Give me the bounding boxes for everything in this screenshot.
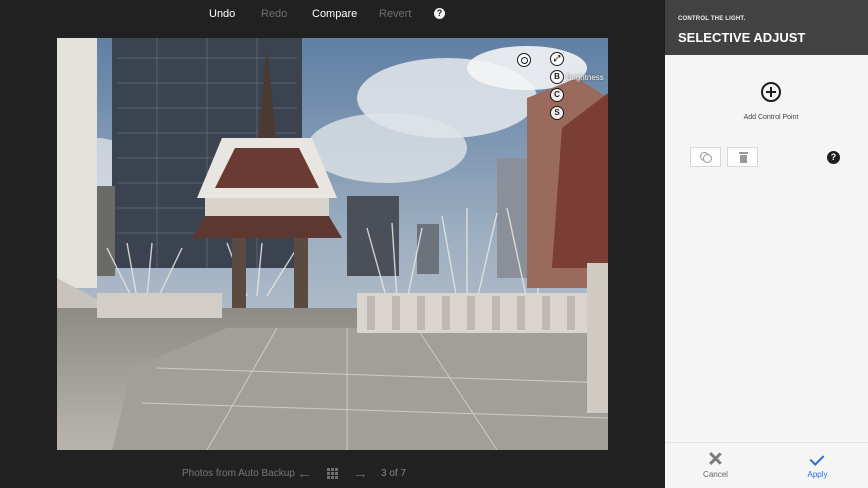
close-icon[interactable] (709, 452, 722, 465)
brightness-slider-button[interactable]: B (550, 70, 564, 84)
panel-subtitle: CONTROL THE LIGHT. (678, 16, 746, 22)
expand-icon[interactable]: ⤢ (550, 52, 564, 66)
undo-button[interactable]: Undo (209, 8, 235, 21)
cancel-button[interactable]: Cancel (693, 470, 738, 479)
photo-canvas[interactable] (57, 38, 608, 450)
photo-image (57, 38, 608, 450)
control-point-label: Brightness (566, 73, 604, 82)
help-icon[interactable]: ? (827, 151, 840, 164)
grid-icon[interactable] (327, 468, 339, 480)
trash-icon (739, 152, 748, 163)
selective-adjust-panel: CONTROL THE LIGHT. SELECTIVE ADJUST Add … (665, 0, 868, 488)
album-link[interactable]: Photos from Auto Backup (182, 468, 295, 479)
check-icon[interactable] (810, 452, 826, 464)
apply-button[interactable]: Apply (795, 470, 840, 479)
filmstrip-bar: Photos from Auto Backup ← → 3 of 7 (0, 460, 665, 488)
editor-toolbar: Undo Redo Compare Revert ? (0, 0, 665, 28)
arrow-right-icon[interactable]: → (353, 466, 368, 481)
delete-button[interactable] (727, 147, 758, 167)
help-icon[interactable]: ? (434, 8, 445, 19)
saturation-slider-button[interactable]: S (550, 106, 564, 120)
panel-footer: Cancel Apply (665, 442, 868, 488)
duplicate-icon (700, 152, 712, 163)
arrow-left-icon[interactable]: ← (297, 466, 312, 481)
duplicate-button[interactable] (690, 147, 721, 167)
revert-button[interactable]: Revert (379, 8, 411, 21)
panel-title: SELECTIVE ADJUST (678, 30, 806, 45)
contrast-slider-button[interactable]: C (550, 88, 564, 102)
compare-button[interactable]: Compare (312, 8, 357, 21)
redo-button[interactable]: Redo (261, 8, 287, 21)
add-circle-icon[interactable] (761, 82, 781, 102)
photo-editor: Undo Redo Compare Revert ? ⤢ B C S Brigh… (0, 0, 665, 488)
panel-header: CONTROL THE LIGHT. SELECTIVE ADJUST (665, 0, 868, 55)
add-control-point-label[interactable]: Add Control Point (725, 114, 817, 121)
control-point-marker[interactable] (517, 53, 531, 67)
photo-counter: 3 of 7 (381, 468, 407, 479)
